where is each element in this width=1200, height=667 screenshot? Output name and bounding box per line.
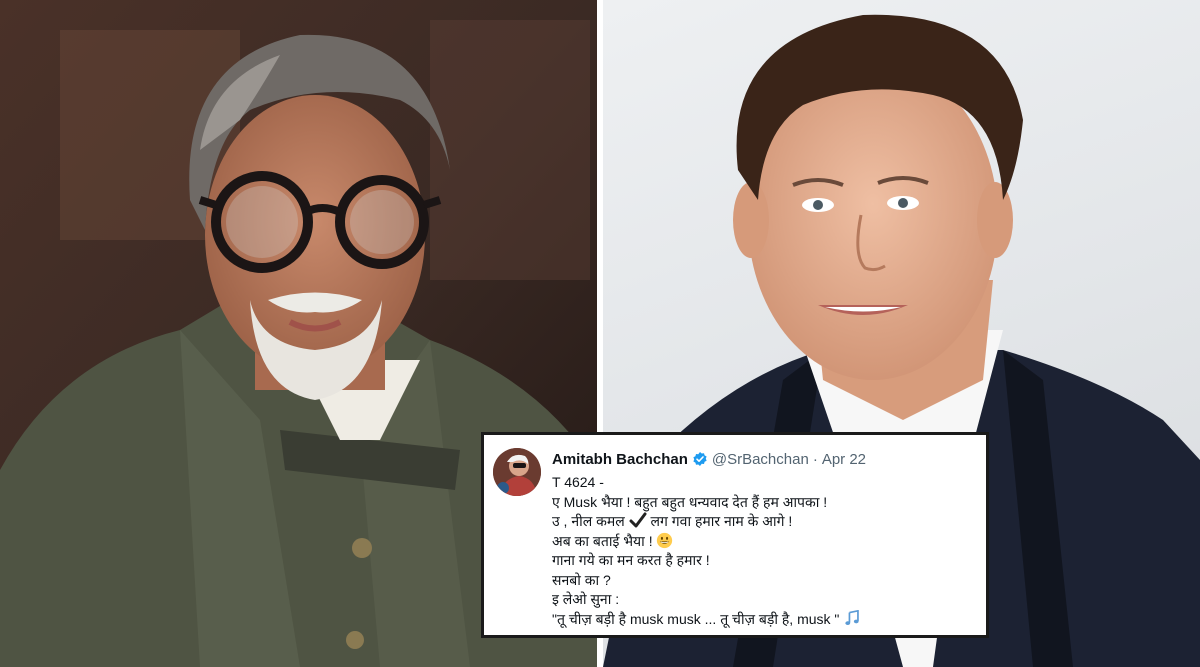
tweet-date[interactable]: Apr 22: [822, 451, 866, 468]
tweet-line-part: लग गवा हमार नाम के आगे !: [650, 513, 793, 529]
tweet-line: अब का बताई भैया !: [552, 532, 982, 552]
verified-badge-icon: [692, 451, 708, 467]
tweet-line-part: "तू चीज़ बड़ी है musk musk ... तू चीज़ ब…: [552, 610, 840, 627]
tweet-line: गाना गये का मन करत है हमार !: [552, 552, 710, 568]
tweet-line-part: अब का बताई भैया !: [552, 532, 653, 549]
tweet-line: उ , नील कमल लग गवा हमार नाम के आगे !: [552, 512, 982, 532]
tweet-line-part: उ , नील कमल: [552, 513, 625, 529]
tweet-line: "तू चीज़ बड़ी है musk musk ... तू चीज़ ब…: [552, 609, 982, 633]
tweet-line: T 4624 -: [552, 474, 604, 490]
tweet-card: Amitabh Bachchan @SrBachchan · Apr 22 T …: [481, 432, 989, 638]
author-avatar[interactable]: [493, 448, 541, 496]
author-name[interactable]: Amitabh Bachchan: [552, 451, 688, 468]
tweet-header: Amitabh Bachchan @SrBachchan · Apr 22: [552, 449, 866, 469]
author-handle[interactable]: @SrBachchan: [712, 451, 809, 468]
tweet-line: सनबो का ?: [552, 571, 611, 588]
musical-notes-icon: [843, 609, 861, 633]
header-separator: ·: [812, 450, 818, 468]
tweet-line: ए Musk भैया ! बहुत बहुत धन्यवाद देत हैं …: [552, 493, 828, 510]
tweet-line: इ लेओ सुना :: [552, 591, 620, 607]
tweet-text: T 4624 - ए Musk भैया ! बहुत बहुत धन्यवाद…: [552, 473, 982, 629]
